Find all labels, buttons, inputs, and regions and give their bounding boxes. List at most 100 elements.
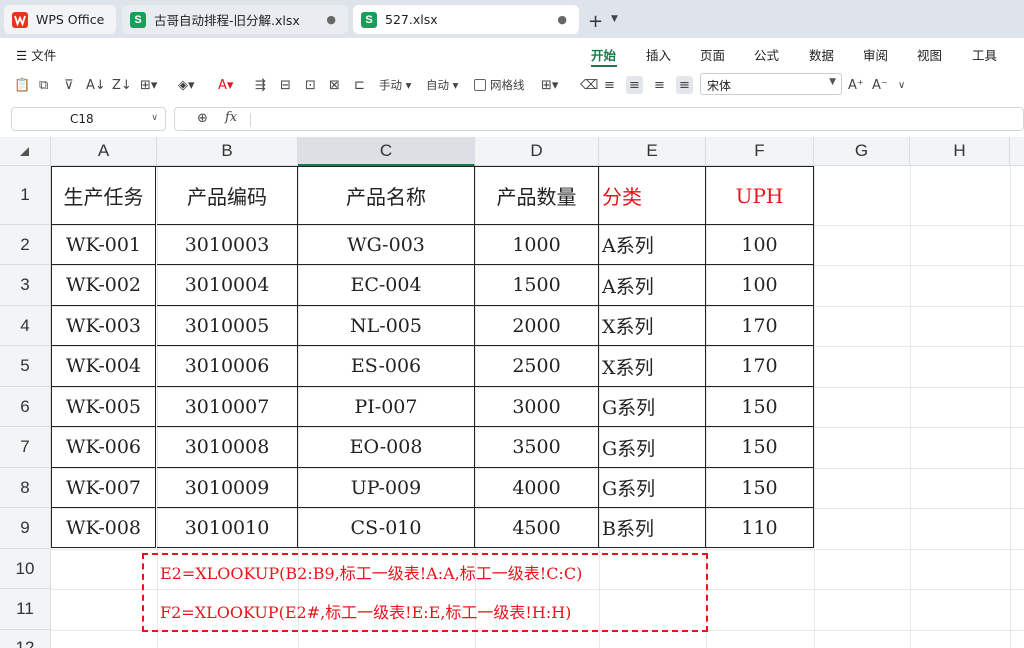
table-cell-task[interactable]: WK-006 bbox=[52, 427, 156, 468]
row-header-6[interactable]: 6 bbox=[0, 387, 51, 427]
table-cell-category[interactable]: G系列 bbox=[599, 427, 706, 468]
freeze-icon[interactable]: ⊠ bbox=[329, 76, 340, 94]
column-header-c[interactable]: C bbox=[298, 137, 475, 166]
table-cell-category[interactable]: G系列 bbox=[599, 387, 706, 427]
tab-tools[interactable]: 工具 bbox=[972, 45, 997, 64]
table-cell-name[interactable]: UP-009 bbox=[298, 468, 475, 508]
table-cell-task[interactable]: WK-004 bbox=[52, 346, 156, 387]
table-cell-category[interactable]: A系列 bbox=[599, 225, 706, 265]
align-justify-icon[interactable]: ≡ bbox=[676, 76, 693, 94]
column-header-a[interactable]: A bbox=[51, 137, 157, 166]
table-cell-code[interactable]: 3010004 bbox=[157, 265, 298, 306]
table-cell-uph[interactable]: 150 bbox=[706, 387, 814, 427]
new-tab-plus-icon[interactable]: + bbox=[588, 11, 603, 32]
column-header-f[interactable]: F bbox=[706, 137, 814, 166]
table-cell-name[interactable]: PI-007 bbox=[298, 387, 475, 427]
table-cell-category[interactable]: G系列 bbox=[599, 468, 706, 508]
table-cell-uph[interactable]: 170 bbox=[706, 346, 814, 387]
clear-format-icon[interactable]: ⌫ bbox=[580, 76, 598, 94]
table-cell-qty[interactable]: 1000 bbox=[475, 225, 599, 265]
table-cell-qty[interactable]: 1500 bbox=[475, 265, 599, 306]
zoom-search-icon[interactable]: ⊕ bbox=[197, 111, 208, 126]
tab-page[interactable]: 页面 bbox=[700, 45, 725, 64]
tab-formula[interactable]: 公式 bbox=[754, 45, 779, 64]
table-cell-task[interactable]: WK-005 bbox=[52, 387, 156, 427]
row-header-10[interactable]: 10 bbox=[0, 549, 51, 589]
row-header-12[interactable]: 12 bbox=[0, 630, 51, 648]
row-header-5[interactable]: 5 bbox=[0, 346, 51, 387]
header-cell-task[interactable]: 生产任务 bbox=[52, 167, 156, 225]
table-cell-task[interactable]: WK-003 bbox=[52, 306, 156, 346]
column-header-b[interactable]: B bbox=[157, 137, 298, 166]
table-cell-code[interactable]: 3010009 bbox=[157, 468, 298, 508]
formula-input[interactable]: ⊕ fx bbox=[174, 107, 1024, 131]
wrap-icon[interactable]: ⇶ bbox=[255, 76, 266, 94]
merge-icon[interactable]: ⊟ bbox=[280, 76, 291, 94]
fill-color-icon[interactable]: ◈▾ bbox=[178, 76, 195, 94]
gridlines-toggle[interactable]: 网格线 bbox=[474, 76, 525, 94]
row-col-icon[interactable]: ⊡ bbox=[305, 76, 316, 94]
column-header-next[interactable] bbox=[1010, 137, 1024, 166]
table-cell-code[interactable]: 3010006 bbox=[157, 346, 298, 387]
tab-dot-icon[interactable]: ● bbox=[557, 13, 567, 26]
table-cell-code[interactable]: 3010010 bbox=[157, 508, 298, 548]
table-cell-name[interactable]: EO-008 bbox=[298, 427, 475, 468]
header-cell-name[interactable]: 产品名称 bbox=[298, 167, 475, 225]
font-color-icon[interactable]: A▾ bbox=[218, 76, 233, 94]
table-cell-category[interactable]: X系列 bbox=[599, 306, 706, 346]
align-left-icon[interactable]: ≡ bbox=[604, 76, 615, 94]
fx-icon[interactable]: fx bbox=[225, 110, 237, 125]
table-cell-code[interactable]: 3010005 bbox=[157, 306, 298, 346]
fit-icon[interactable]: ⊏ bbox=[354, 76, 365, 94]
chevron-down-icon[interactable]: ▼ bbox=[611, 14, 618, 24]
paste-icon[interactable]: 📋 bbox=[14, 76, 30, 94]
table-style-icon[interactable]: ⊞▾ bbox=[541, 76, 558, 94]
format-painter-icon[interactable]: ⧉ bbox=[39, 76, 48, 94]
table-cell-qty[interactable]: 2500 bbox=[475, 346, 599, 387]
table-cell-qty[interactable]: 3000 bbox=[475, 387, 599, 427]
column-header-g[interactable]: G bbox=[814, 137, 910, 166]
column-header-e[interactable]: E bbox=[599, 137, 706, 166]
align-center-icon[interactable]: ≡ bbox=[626, 76, 643, 94]
file-menu[interactable]: ☰ 文件 bbox=[16, 45, 56, 64]
row-header-9[interactable]: 9 bbox=[0, 508, 51, 549]
table-cell-name[interactable]: ES-006 bbox=[298, 346, 475, 387]
table-cell-name[interactable]: CS-010 bbox=[298, 508, 475, 548]
row-header-4[interactable]: 4 bbox=[0, 306, 51, 346]
sort-asc-icon[interactable]: A↓ bbox=[86, 76, 106, 94]
table-cell-category[interactable]: A系列 bbox=[599, 265, 706, 306]
table-cell-category[interactable]: B系列 bbox=[599, 508, 706, 548]
table-cell-uph[interactable]: 150 bbox=[706, 427, 814, 468]
tab-wps-office[interactable]: WPS Office bbox=[4, 5, 116, 34]
filter-icon[interactable]: ⊽ bbox=[64, 76, 74, 94]
tab-workbook-2[interactable]: S 527.xlsx ● bbox=[353, 5, 579, 34]
sort-desc-icon[interactable]: Z↓ bbox=[112, 76, 132, 94]
table-cell-uph[interactable]: 150 bbox=[706, 468, 814, 508]
row-header-7[interactable]: 7 bbox=[0, 427, 51, 468]
table-cell-name[interactable]: WG-003 bbox=[298, 225, 475, 265]
header-cell-uph[interactable]: UPH bbox=[706, 167, 814, 225]
table-cell-category[interactable]: X系列 bbox=[599, 346, 706, 387]
row-header-2[interactable]: 2 bbox=[0, 225, 51, 265]
tab-view[interactable]: 视图 bbox=[917, 45, 942, 64]
table-cell-uph[interactable]: 170 bbox=[706, 306, 814, 346]
column-header-d[interactable]: D bbox=[475, 137, 599, 166]
font-size-decrease-icon[interactable]: A⁻ bbox=[872, 76, 888, 94]
font-family-select[interactable]: 宋体 ▼ bbox=[700, 73, 842, 95]
table-cell-code[interactable]: 3010008 bbox=[157, 427, 298, 468]
name-box[interactable]: C18 ∨ bbox=[11, 107, 166, 131]
row-header-8[interactable]: 8 bbox=[0, 468, 51, 508]
font-size-increase-icon[interactable]: A⁺ bbox=[848, 76, 864, 94]
tab-data[interactable]: 数据 bbox=[809, 45, 834, 64]
border-icon[interactable]: ⊞▾ bbox=[140, 76, 157, 94]
tab-insert[interactable]: 插入 bbox=[646, 45, 671, 64]
calc-manual-button[interactable]: 手动 ▾ bbox=[379, 76, 411, 94]
header-cell-category[interactable]: 分类 bbox=[599, 167, 706, 225]
row-header-1[interactable]: 1 bbox=[0, 166, 51, 225]
calc-auto-button[interactable]: 自动 ▾ bbox=[426, 76, 458, 94]
tab-workbook-1[interactable]: S 古哥自动排程-旧分解.xlsx ● bbox=[122, 5, 348, 34]
table-cell-task[interactable]: WK-008 bbox=[52, 508, 156, 548]
table-cell-uph[interactable]: 100 bbox=[706, 265, 814, 306]
table-cell-task[interactable]: WK-001 bbox=[52, 225, 156, 265]
table-cell-qty[interactable]: 2000 bbox=[475, 306, 599, 346]
